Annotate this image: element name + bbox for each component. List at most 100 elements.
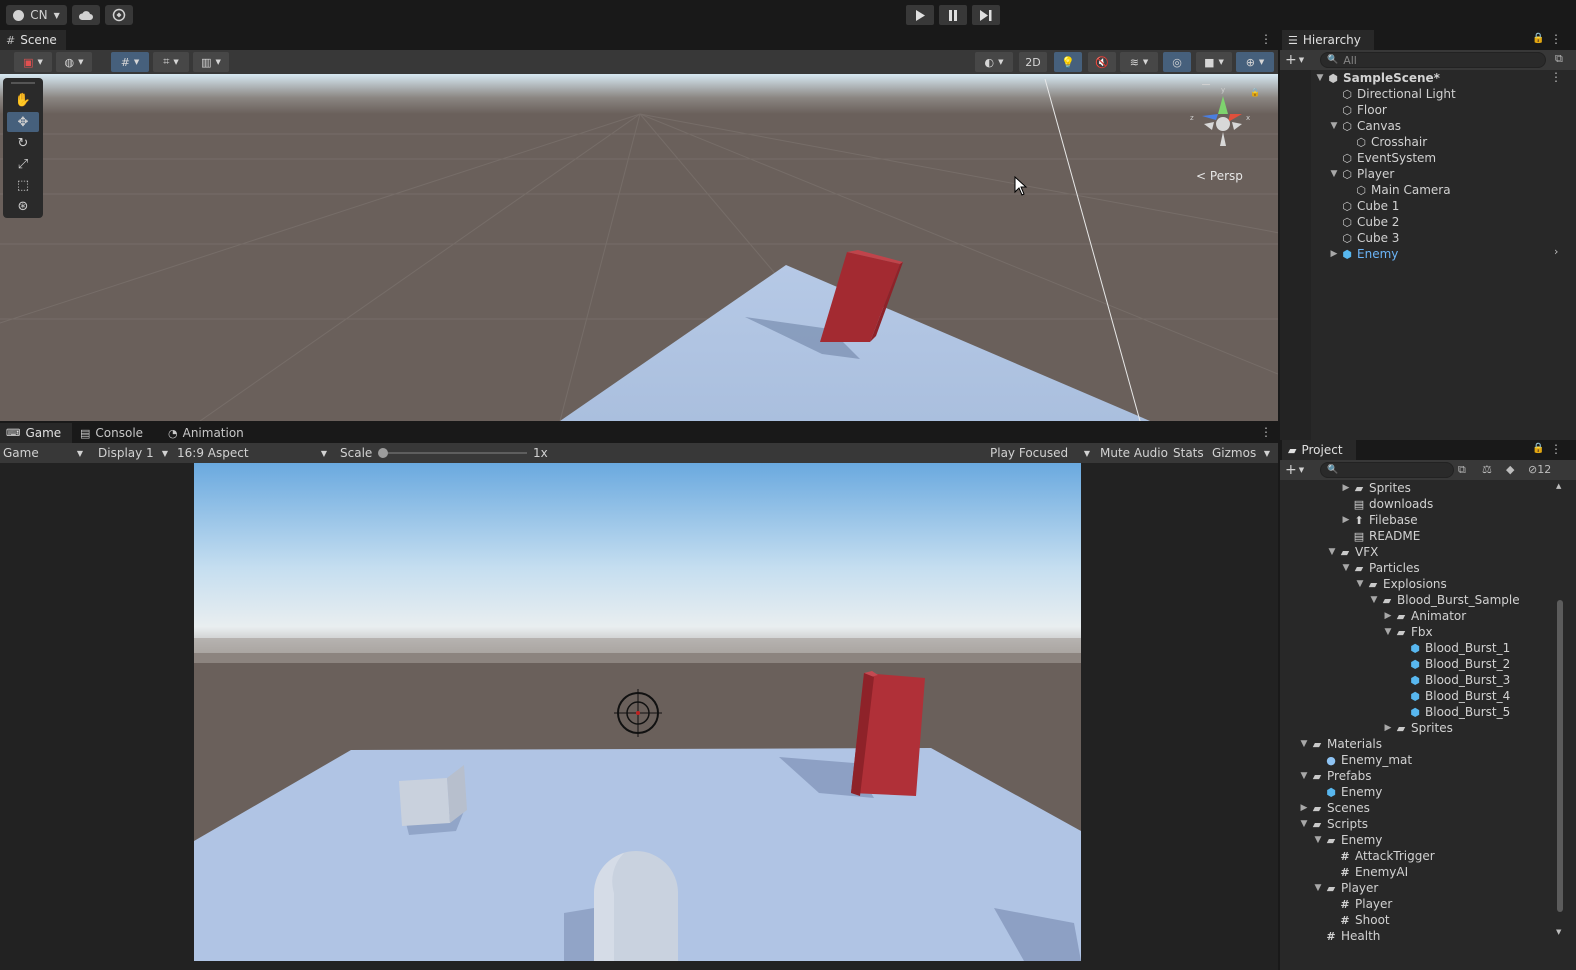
project-item[interactable]: ▼ ▰ VFX (1326, 544, 1379, 560)
grid-snap-toggle[interactable]: # ▼ (111, 52, 149, 72)
project-item[interactable]: ▼ ▰ Player (1312, 880, 1379, 896)
hierarchy-item[interactable]: ⬡ Cube 2 (1280, 214, 1565, 230)
lock-icon[interactable]: 🔒 (1532, 443, 1544, 454)
hierarchy-item[interactable]: ⬡ Crosshair (1280, 134, 1565, 150)
project-item[interactable]: ▼ ▰ Fbx (1382, 624, 1433, 640)
scrollbar-thumb[interactable] (1557, 600, 1563, 912)
persp-label[interactable]: < Persp (1196, 169, 1243, 183)
hierarchy-item[interactable]: ▼ ⬡ Canvas (1280, 118, 1565, 134)
hierarchy-search-input[interactable]: 🔍 All (1320, 52, 1546, 68)
hierarchy-item[interactable]: ▶ ⬢ Enemy (1280, 246, 1565, 262)
effects-dropdown[interactable]: ≋ ▼ (1120, 52, 1158, 72)
move-tool[interactable]: ✥ (7, 112, 39, 132)
tab-hierarchy[interactable]: ☰ Hierarchy (1282, 30, 1374, 50)
play-button[interactable] (906, 5, 934, 25)
project-item[interactable]: # EnemyAI (1326, 864, 1408, 880)
camera-dropdown[interactable]: ■ ▼ (1196, 52, 1232, 72)
project-item[interactable]: # Health (1312, 928, 1380, 944)
pause-button[interactable] (939, 5, 967, 25)
hierarchy-item[interactable]: ⬡ Main Camera (1280, 182, 1565, 198)
hierarchy-item[interactable]: ⬡ EventSystem (1280, 150, 1565, 166)
expand-arrow-icon[interactable]: ▼ (1328, 121, 1340, 131)
display-dropdown[interactable]: Display 1 ▼ (98, 443, 172, 463)
project-item[interactable]: # Player (1326, 896, 1392, 912)
project-item[interactable]: ⬢ Blood_Burst_4 (1396, 688, 1510, 704)
create-dropdown[interactable]: + ▼ (1285, 50, 1304, 70)
scene-visibility-toggle[interactable]: ◎ (1163, 52, 1191, 72)
hierarchy-item[interactable]: ⬡ Directional Light (1280, 86, 1565, 102)
audio-toggle[interactable]: 🔇 (1088, 52, 1116, 72)
aspect-dropdown[interactable]: 16:9 Aspect ▼ (177, 443, 331, 463)
project-item[interactable]: ⬢ Blood_Burst_5 (1396, 704, 1510, 720)
project-item[interactable]: # AttackTrigger (1326, 848, 1434, 864)
expand-arrow-icon[interactable]: ▼ (1340, 563, 1352, 573)
project-item[interactable]: ▶ ▰ Sprites (1340, 480, 1411, 496)
transform-tool[interactable]: ⊛ (7, 196, 39, 216)
project-menu-icon[interactable]: ⋮ (1550, 443, 1562, 455)
lock-icon[interactable]: 🔒 (1532, 33, 1544, 44)
tab-scene[interactable]: # Scene (0, 30, 66, 50)
tab-project[interactable]: ▰ Project (1282, 440, 1356, 460)
expand-arrow-icon[interactable]: ▼ (1314, 73, 1326, 83)
project-item[interactable]: ▼ ▰ Prefabs (1298, 768, 1372, 784)
expand-arrow-icon[interactable]: ▼ (1298, 771, 1310, 781)
project-item[interactable]: ▼ ▰ Particles (1340, 560, 1420, 576)
hierarchy-item[interactable]: ⬡ Floor (1280, 102, 1565, 118)
hierarchy-item[interactable]: ⬡ Cube 1 (1280, 198, 1565, 214)
collapse-arrow-icon[interactable]: ▶ (1340, 515, 1352, 525)
project-item[interactable]: ▼ ▰ Materials (1298, 736, 1382, 752)
project-item[interactable]: ⬢ Blood_Burst_1 (1396, 640, 1510, 656)
scale-tool[interactable]: ⤢ (7, 154, 39, 174)
expand-arrow-icon[interactable]: ▼ (1354, 579, 1366, 589)
search-by-type-icon[interactable]: ⧉ (1458, 463, 1466, 477)
search-by-label-icon[interactable]: ⚖ (1482, 463, 1492, 476)
expand-arrow-icon[interactable]: ▼ (1312, 835, 1324, 845)
project-item[interactable]: ▼ ▰ Enemy (1312, 832, 1383, 848)
project-item[interactable]: ▤ README (1340, 528, 1421, 544)
project-item[interactable]: ⬢ Enemy (1312, 784, 1382, 800)
toggle-2d-button[interactable]: 2D (1019, 52, 1047, 72)
project-scrollbar[interactable]: ▲ ▼ (1554, 480, 1566, 942)
tab-game[interactable]: ⌨ Game (0, 423, 72, 443)
align-dropdown[interactable]: ▥ ▼ (193, 52, 229, 72)
scale-slider-track[interactable] (380, 452, 527, 454)
expand-arrow-icon[interactable]: ▼ (1312, 883, 1324, 893)
play-focused-dropdown[interactable]: Play Focused ▼ (990, 443, 1094, 463)
project-item[interactable]: ▼ ▰ Scripts (1298, 816, 1369, 832)
hierarchy-selected-arrow-icon[interactable]: › (1554, 245, 1558, 258)
hierarchy-item[interactable]: ⬡ Cube 3 (1280, 230, 1565, 246)
collapse-arrow-icon[interactable]: ▶ (1328, 249, 1340, 259)
tab-animation[interactable]: ◔ Animation (162, 423, 258, 443)
collab-button[interactable] (105, 5, 133, 25)
mute-audio-toggle[interactable]: Mute Audio (1100, 443, 1168, 463)
project-item[interactable]: ⬢ Blood_Burst_2 (1396, 656, 1510, 672)
scroll-up-icon[interactable]: ▲ (1556, 482, 1561, 490)
collapse-arrow-icon[interactable]: ▶ (1382, 723, 1394, 733)
project-item[interactable]: ● Enemy_mat (1312, 752, 1412, 768)
view-options-dropdown[interactable]: ◍ ▼ (56, 52, 92, 72)
gizmos-game-dropdown[interactable]: Gizmos ▼ (1212, 443, 1274, 463)
project-item[interactable]: ▶ ▰ Sprites (1382, 720, 1453, 736)
expand-arrow-icon[interactable]: ▼ (1326, 547, 1338, 557)
project-item[interactable]: ▶ ▰ Scenes (1298, 800, 1370, 816)
project-item[interactable]: ▶ ⬆ Filebase (1340, 512, 1418, 528)
create-asset-dropdown[interactable]: + ▼ (1285, 460, 1304, 480)
project-item[interactable]: # Shoot (1326, 912, 1389, 928)
project-item[interactable]: ▼ ▰ Blood_Burst_Sample (1368, 592, 1520, 608)
game-menu-icon[interactable]: ⋮ (1260, 426, 1272, 438)
scale-slider-thumb[interactable] (378, 448, 388, 458)
collapse-arrow-icon[interactable]: ▶ (1382, 611, 1394, 621)
collapse-arrow-icon[interactable]: ▶ (1340, 483, 1352, 493)
collapse-arrow-icon[interactable]: ▶ (1298, 803, 1310, 813)
hierarchy-item[interactable]: ▼ ⬢ SampleScene* ⋮ (1280, 70, 1565, 86)
rect-tool[interactable]: ⬚ (7, 175, 39, 195)
rotate-tool[interactable]: ↻ (7, 133, 39, 153)
project-item[interactable]: ▶ ▰ Animator (1382, 608, 1467, 624)
expand-arrow-icon[interactable]: ▼ (1298, 819, 1310, 829)
orientation-gizmo[interactable]: y x z 🔒 (1190, 83, 1260, 154)
expand-arrow-icon[interactable]: ▼ (1328, 169, 1340, 179)
hierarchy-menu-icon[interactable]: ⋮ (1550, 33, 1562, 45)
game-viewport[interactable] (194, 463, 1081, 961)
expand-arrow-icon[interactable]: ▼ (1298, 739, 1310, 749)
hand-tool[interactable]: ✋ (7, 90, 39, 110)
